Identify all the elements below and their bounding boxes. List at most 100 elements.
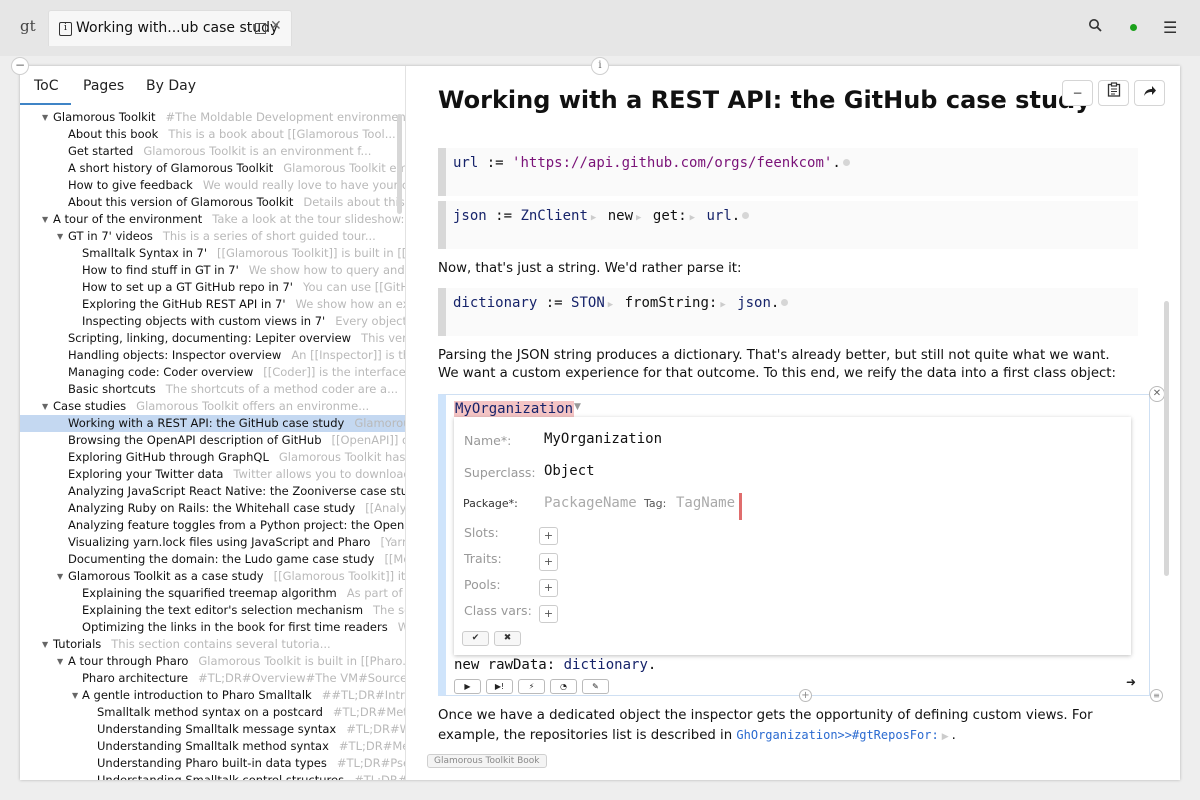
toc-item[interactable]: Understanding Smalltalk message syntax #T… — [20, 721, 405, 738]
page-scrollbar[interactable] — [1164, 301, 1169, 576]
minimize-button[interactable]: − — [1062, 80, 1093, 106]
package-field[interactable]: PackageName — [544, 495, 637, 511]
expand-arrow-icon[interactable]: ▶ — [942, 732, 949, 742]
toc-item[interactable]: Exploring the GitHub REST API in 7' We sh… — [20, 296, 405, 313]
search-icon[interactable] — [1088, 18, 1102, 36]
toc-item[interactable]: About this version of Glamorous Toolkit D… — [20, 194, 405, 211]
toc-item[interactable]: Analyzing JavaScript React Native: the Z… — [20, 483, 405, 500]
run-step-button[interactable]: ▶! — [486, 679, 513, 694]
debug-button[interactable]: ⚡ — [518, 679, 545, 694]
go-arrow-icon[interactable]: ➜ — [1126, 675, 1136, 689]
run-button[interactable]: ▶ — [454, 679, 481, 694]
add-classvar-button[interactable]: + — [539, 605, 558, 623]
expand-triangle-icon[interactable]: ▼ — [42, 636, 48, 653]
toc-item[interactable]: Browsing the OpenAPI description of GitH… — [20, 432, 405, 449]
maximize-icon[interactable] — [255, 23, 266, 34]
toc-item[interactable]: Managing code: Coder overview [[Coder]] i… — [20, 364, 405, 381]
class-token[interactable]: MyOrganization — [454, 401, 575, 417]
toc-item[interactable]: Get started Glamorous Toolkit is an envir… — [20, 143, 405, 160]
superclass-field[interactable]: Object — [544, 463, 595, 479]
expand-arrow-icon[interactable]: ▶ — [636, 213, 641, 223]
code-snippet-dictionary[interactable]: dictionary := STON ▶ fromString: ▶ json. — [438, 288, 1138, 336]
code-editor[interactable]: MyOrganization ▼ ✕ Name*: MyOrganization… — [438, 386, 1165, 702]
name-field[interactable]: MyOrganization — [544, 431, 662, 447]
expand-triangle-icon[interactable]: ▼ — [42, 211, 48, 228]
toc-item[interactable]: ▼ Glamorous Toolkit as a case study [[Glam… — [20, 568, 405, 585]
toc-item[interactable]: A short history of Glamorous Toolkit Glam… — [20, 160, 405, 177]
toc-item[interactable]: Visualizing yarn.lock files using JavaSc… — [20, 534, 405, 551]
tab-pages[interactable]: Pages — [83, 78, 124, 94]
clipboard-button[interactable] — [1098, 80, 1129, 106]
toc-item[interactable]: Basic shortcuts The shortcuts of a method… — [20, 381, 405, 398]
cancel-button[interactable]: ✖ — [494, 631, 521, 646]
toc-item[interactable]: Scripting, linking, documenting: Lepiter… — [20, 330, 405, 347]
toc-item[interactable]: Understanding Pharo built-in data types #… — [20, 755, 405, 772]
profile-button[interactable]: ◔ — [550, 679, 577, 694]
toc-item[interactable]: ▼ Tutorials This section contains several … — [20, 636, 405, 653]
window-tab[interactable]: i Working with...ub case study ✕ — [48, 10, 292, 46]
info-button[interactable]: i — [591, 57, 609, 75]
add-slot-button[interactable]: + — [539, 527, 558, 545]
toc-item[interactable]: Smalltalk Syntax in 7' [[Glamorous Toolki… — [20, 245, 405, 262]
expand-triangle-icon[interactable]: ▼ — [72, 687, 78, 704]
toc-item[interactable]: Documenting the domain: the Ludo game ca… — [20, 551, 405, 568]
method-link[interactable]: GhOrganization>>#gtReposFor: — [736, 728, 938, 742]
snippet-handle-icon[interactable] — [842, 159, 850, 166]
close-editor-button[interactable]: ✕ — [1149, 386, 1165, 402]
add-snippet-button[interactable]: + — [799, 689, 812, 702]
toc-item[interactable]: Explaining the squarified treemap algori… — [20, 585, 405, 602]
add-trait-button[interactable]: + — [539, 553, 558, 571]
toc-item[interactable]: Exploring GitHub through GraphQL Glamorou… — [20, 449, 405, 466]
toc-item[interactable]: How to find stuff in GT in 7' We show how… — [20, 262, 405, 279]
toc-item[interactable]: How to set up a GT GitHub repo in 7' You … — [20, 279, 405, 296]
toc-item[interactable]: ▼ Case studies Glamorous Toolkit offers an… — [20, 398, 405, 415]
tab-by-day[interactable]: By Day — [146, 78, 196, 94]
toc-item[interactable]: How to give feedback We would really love… — [20, 177, 405, 194]
toc-item[interactable]: About this book This is a book about [[Gl… — [20, 126, 405, 143]
expand-triangle-icon[interactable]: ▼ — [42, 398, 48, 415]
accept-button[interactable]: ✔ — [462, 631, 489, 646]
share-button[interactable] — [1134, 80, 1165, 106]
toc-item[interactable]: Understanding Smalltalk method syntax #TL… — [20, 738, 405, 755]
toc-item[interactable]: Optimizing the links in the book for fir… — [20, 619, 405, 636]
code-snippet-url[interactable]: url := 'https://api.github.com/orgs/feen… — [438, 148, 1138, 196]
toc-item[interactable]: Analyzing Ruby on Rails: the Whitehall c… — [20, 500, 405, 517]
drag-handle-icon[interactable]: ≡ — [1150, 689, 1163, 702]
toc-item[interactable]: ▼ Glamorous Toolkit #The Moldable Developm… — [20, 109, 405, 126]
menu-icon[interactable]: ☰ — [1163, 18, 1177, 37]
toc-item[interactable]: Exploring your Twitter data Twitter allow… — [20, 466, 405, 483]
toc-item[interactable]: ▼ A gentle introduction to Pharo Smalltal… — [20, 687, 405, 704]
book-badge[interactable]: Glamorous Toolkit Book — [427, 754, 547, 768]
toc-item[interactable]: Analyzing feature toggles from a Python … — [20, 517, 405, 534]
expand-arrow-icon[interactable]: ▶ — [608, 300, 613, 310]
expand-arrow-icon[interactable]: ▶ — [591, 213, 596, 223]
collapse-sidebar-button[interactable]: − — [11, 57, 29, 75]
expand-triangle-icon[interactable]: ▼ — [42, 109, 48, 126]
tag-field[interactable]: TagName — [676, 495, 735, 511]
expand-arrow-icon[interactable]: ▶ — [720, 300, 725, 310]
close-icon[interactable]: ✕ — [270, 18, 282, 34]
toc-item[interactable]: Explaining the text editor's selection m… — [20, 602, 405, 619]
toc-item[interactable]: Inspecting objects with custom views in … — [20, 313, 405, 330]
toc-item[interactable]: Working with a REST API: the GitHub case… — [20, 415, 405, 432]
toc-item[interactable]: Smalltalk method syntax on a postcard #TL… — [20, 704, 405, 721]
add-pool-button[interactable]: + — [539, 579, 558, 597]
toc-item[interactable]: Pharo architecture #TL;DR#Overview#The VM… — [20, 670, 405, 687]
expand-arrow-icon[interactable]: ▶ — [690, 213, 695, 223]
toc-item[interactable]: Understanding Smalltalk control structur… — [20, 772, 405, 780]
toc-item[interactable]: ▼ A tour through Pharo Glamorous Toolkit i… — [20, 653, 405, 670]
chevron-down-icon[interactable]: ▼ — [574, 402, 581, 412]
toc-item-title: A short history of Glamorous Toolkit — [68, 161, 274, 175]
toc-item[interactable]: ▼ A tour of the environment Take a look at… — [20, 211, 405, 228]
snippet-handle-icon[interactable] — [781, 299, 789, 306]
toc-item[interactable]: ▼ GT in 7' videos This is a series of shor… — [20, 228, 405, 245]
expand-triangle-icon[interactable]: ▼ — [57, 228, 63, 245]
snippet-handle-icon[interactable] — [742, 212, 750, 219]
expand-triangle-icon[interactable]: ▼ — [57, 568, 63, 585]
edit-button[interactable]: ✎ — [582, 679, 609, 694]
tab-toc[interactable]: ToC — [34, 78, 59, 94]
code-snippet-json[interactable]: json := ZnClient ▶ new ▶ get: ▶ url. — [438, 201, 1138, 249]
expand-triangle-icon[interactable]: ▼ — [57, 653, 63, 670]
toc-item[interactable]: Handling objects: Inspector overview An [… — [20, 347, 405, 364]
toc-scrollbar[interactable] — [397, 114, 402, 214]
